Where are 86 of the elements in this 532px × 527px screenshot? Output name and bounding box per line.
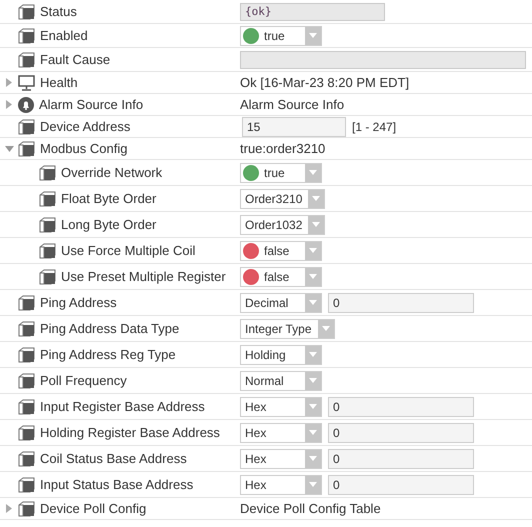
property-label: Device Poll Config <box>40 501 146 516</box>
cube-icon <box>18 140 35 156</box>
input-field[interactable]: 0 <box>328 396 474 416</box>
cube-icon <box>18 28 35 44</box>
cube-icon <box>18 450 35 466</box>
property-label: Holding Register Base Address <box>40 425 220 440</box>
cube-icon <box>18 500 35 516</box>
input-field[interactable]: 0 <box>328 292 474 312</box>
dropdown[interactable]: Hex <box>240 396 322 416</box>
cube-icon <box>18 424 35 440</box>
property-label: Enabled <box>40 28 88 43</box>
cube-icon <box>18 372 35 388</box>
cube-icon <box>39 242 56 258</box>
caret-icon <box>312 196 320 201</box>
number-input-field[interactable]: 15 <box>242 116 346 136</box>
cube-icon <box>18 294 35 310</box>
expand-arrow-icon[interactable] <box>6 78 12 87</box>
dropdown[interactable]: Order1032 <box>240 214 326 234</box>
input-field[interactable]: 0 <box>328 448 474 468</box>
cube-icon <box>39 216 56 232</box>
cube-icon <box>18 476 35 492</box>
cube-icon <box>39 268 56 284</box>
boolean-dropdown[interactable]: true <box>240 26 322 46</box>
dropdown[interactable]: Decimal <box>240 292 322 312</box>
property-label: Coil Status Base Address <box>40 451 187 466</box>
property-value: true:order3210 <box>240 141 326 156</box>
boolean-dropdown[interactable]: false <box>240 266 322 286</box>
cube-icon <box>18 346 35 362</box>
collapse-arrow-icon[interactable] <box>4 146 14 152</box>
caret-icon <box>309 274 317 279</box>
property-label: Modbus Config <box>40 141 128 156</box>
property-label: Ping Address Data Type <box>40 321 180 336</box>
property-value: Ok [16-Mar-23 8:20 PM EDT] <box>240 75 410 90</box>
property-label: Long Byte Order <box>61 217 156 232</box>
boolean-dropdown[interactable]: true <box>240 162 322 182</box>
property-label: Input Register Base Address <box>40 399 205 414</box>
cube-icon <box>18 398 35 414</box>
dropdown[interactable]: Hex <box>240 448 322 468</box>
dropdown[interactable]: Holding <box>240 344 322 364</box>
property-label: Float Byte Order <box>61 191 156 206</box>
property-label: Input Status Base Address <box>40 477 194 492</box>
expand-arrow-icon[interactable] <box>6 504 12 513</box>
monitor-icon <box>18 74 35 90</box>
property-label: Use Force Multiple Coil <box>61 243 196 258</box>
property-label: Ping Address Reg Type <box>40 347 176 362</box>
caret-icon <box>309 300 317 305</box>
caret-icon <box>309 404 317 409</box>
dropdown[interactable]: Order3210 <box>240 188 326 208</box>
property-label: Status <box>40 4 77 19</box>
cube-icon <box>18 320 35 336</box>
caret-icon <box>309 430 317 435</box>
range-hint: [1 - 247] <box>352 120 396 134</box>
input-field[interactable]: 0 <box>328 422 474 442</box>
caret-icon <box>309 456 317 461</box>
read-only-field: {ok} <box>240 2 385 20</box>
caret-icon <box>322 326 330 331</box>
property-label: Use Preset Multiple Register <box>61 269 226 284</box>
dropdown[interactable]: Integer Type <box>240 318 334 338</box>
caret-icon <box>309 352 317 357</box>
caret-icon <box>309 33 317 38</box>
property-label: Ping Address <box>40 295 117 310</box>
cube-icon <box>39 164 56 180</box>
property-label: Health <box>40 75 78 90</box>
caret-icon <box>309 170 317 175</box>
expand-arrow-icon[interactable] <box>6 100 12 109</box>
cube-icon <box>18 118 35 134</box>
dropdown[interactable]: Normal <box>240 370 322 390</box>
input-field[interactable]: 0 <box>328 474 474 494</box>
dropdown[interactable]: Hex <box>240 474 322 494</box>
caret-icon <box>309 378 317 383</box>
property-label: Override Network <box>61 165 162 180</box>
cube-icon <box>18 4 35 20</box>
cube-icon <box>18 52 35 68</box>
property-value: Device Poll Config Table <box>240 501 381 516</box>
boolean-dropdown[interactable]: false <box>240 240 322 260</box>
property-label: Poll Frequency <box>40 373 127 388</box>
caret-icon <box>309 248 317 253</box>
property-label: Fault Cause <box>40 52 110 67</box>
property-label: Device Address <box>40 119 130 134</box>
bell-icon <box>18 96 34 112</box>
cube-icon <box>39 190 56 206</box>
property-value: Alarm Source Info <box>240 97 344 112</box>
dropdown[interactable]: Hex <box>240 422 322 442</box>
caret-icon <box>312 222 320 227</box>
property-label: Alarm Source Info <box>39 97 144 112</box>
caret-icon <box>309 482 317 487</box>
